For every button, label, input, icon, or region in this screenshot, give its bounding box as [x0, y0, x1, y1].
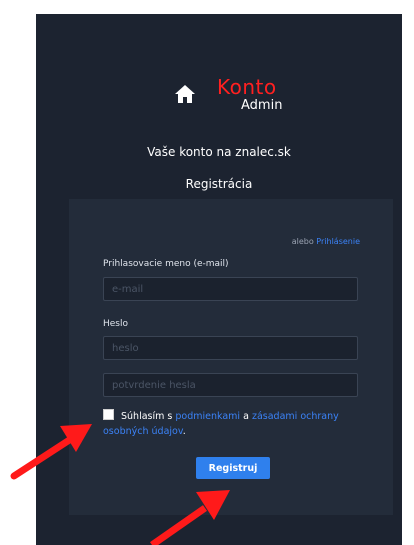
- password-input[interactable]: [103, 336, 358, 360]
- login-link-row: alebo Prihlásenie: [292, 237, 360, 246]
- login-link-prefix: alebo: [291, 237, 314, 246]
- consent-suffix: .: [182, 426, 186, 437]
- login-link[interactable]: Prihlásenie: [316, 237, 360, 246]
- password-confirm-input[interactable]: [103, 373, 358, 397]
- logo-subtitle: Admin: [241, 98, 283, 113]
- page-title: Vaše konto na znalec.sk: [147, 145, 291, 159]
- consent-checkbox[interactable]: [103, 409, 114, 420]
- logo: Konto Admin: [36, 74, 402, 120]
- logo-title: Konto: [217, 75, 277, 99]
- consent-and: a: [243, 411, 249, 422]
- email-input[interactable]: [103, 277, 358, 301]
- registration-form: alebo Prihlásenie Prihlasovacie meno (e-…: [69, 199, 393, 515]
- username-label: Prihlasovacie meno (e-mail): [103, 259, 229, 269]
- password-label: Heslo: [103, 319, 129, 329]
- consent-row: Súhlasím s podmienkami a zásadami ochran…: [103, 409, 363, 439]
- consent-prefix: Súhlasím s: [121, 411, 173, 422]
- page-subtitle: Registrácia: [185, 177, 253, 191]
- register-button[interactable]: Registruj: [196, 457, 270, 479]
- terms-link[interactable]: podmienkami: [175, 411, 240, 422]
- home-icon: [175, 85, 195, 103]
